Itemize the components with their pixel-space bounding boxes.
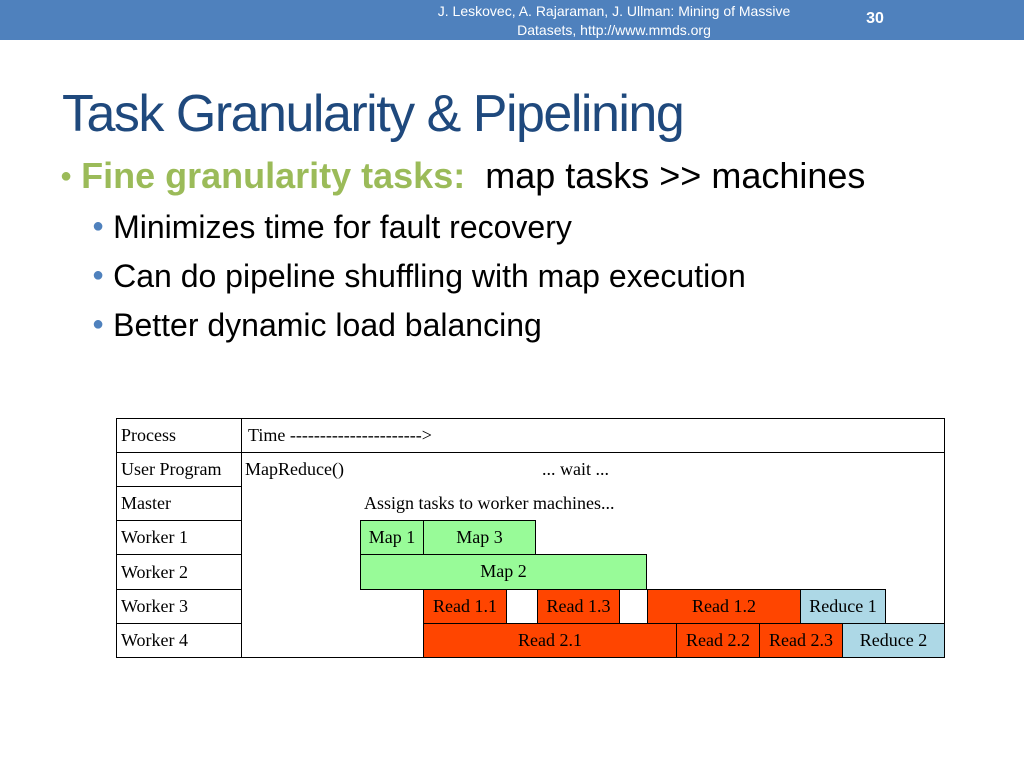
header-process: Process	[121, 425, 176, 445]
header-bar: J. Leskovec, A. Rajaraman, J. Ullman: Mi…	[0, 0, 1024, 40]
sub-bullet-1: ● Minimizes time for fault recovery	[92, 209, 572, 246]
task-reduce-2: Reduce 2	[842, 623, 945, 658]
bullet-dot-icon: ●	[60, 165, 73, 187]
slide-number: 30	[866, 10, 884, 27]
sub-bullet-text: Minimizes time for fault recovery	[113, 209, 572, 245]
task-read-1-3: Read 1.3	[537, 589, 620, 624]
bullet-dot-icon: ●	[92, 215, 105, 237]
task-reduce-1: Reduce 1	[800, 589, 886, 624]
row-worker-2: Worker 2	[121, 562, 189, 582]
task-read-2-1: Read 2.1	[423, 623, 677, 658]
task-read-2-2: Read 2.2	[676, 623, 760, 658]
task-read-1-1: Read 1.1	[423, 589, 507, 624]
row-master: Master	[121, 493, 171, 513]
task-map-2: Map 2	[360, 554, 647, 590]
sub-bullet-2: ● Can do pipeline shuffling with map exec…	[92, 258, 746, 295]
citation-line-1: J. Leskovec, A. Rajaraman, J. Ullman: Mi…	[437, 3, 791, 19]
task-read-1-2: Read 1.2	[647, 589, 801, 624]
bullet-dot-icon: ●	[92, 313, 105, 335]
bullet-main-text: map tasks >> machines	[485, 155, 866, 196]
column-divider	[241, 418, 242, 658]
row-worker-1: Worker 1	[121, 527, 189, 547]
bullet-dot-icon: ●	[92, 264, 105, 286]
timeline-diagram: Process Time ----------------------> Use…	[116, 418, 945, 658]
task-read-2-3: Read 2.3	[759, 623, 843, 658]
slide-title: Task Granularity & Pipelining	[62, 85, 685, 143]
row-worker-3: Worker 3	[121, 596, 189, 616]
sub-bullet-3: ● Better dynamic load balancing	[92, 307, 542, 344]
mapreduce-call: MapReduce()	[245, 459, 344, 479]
bullet-highlight: Fine granularity tasks:	[81, 155, 466, 196]
task-map-1: Map 1	[360, 520, 424, 555]
bullet-main: ● Fine granularity tasks: map tasks >> mac…	[60, 155, 865, 197]
row-worker-4: Worker 4	[121, 630, 189, 650]
task-map-3: Map 3	[423, 520, 536, 555]
row-user-program: User Program	[121, 459, 222, 479]
header-citation: J. Leskovec, A. Rajaraman, J. Ullman: Mi…	[385, 2, 843, 40]
sub-bullet-text: Can do pipeline shuffling with map execu…	[113, 258, 746, 294]
citation-line-2: Datasets, http://www.mmds.org	[517, 22, 711, 38]
header-time: Time ---------------------->	[248, 425, 432, 445]
sub-bullet-text: Better dynamic load balancing	[113, 307, 542, 343]
master-note: Assign tasks to worker machines...	[364, 493, 615, 513]
wait-note: ... wait ...	[542, 459, 609, 479]
